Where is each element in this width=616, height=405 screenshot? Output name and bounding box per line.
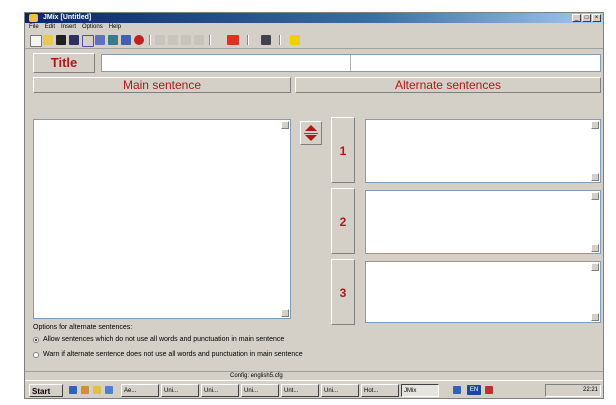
scroll-down-arrow[interactable]	[281, 309, 289, 317]
scroll-up-arrow[interactable]	[591, 263, 599, 271]
eraser-icon[interactable]	[82, 35, 94, 47]
config-icon[interactable]	[261, 35, 271, 45]
taskbar-item[interactable]: Hot...	[361, 384, 399, 397]
scroll-down-arrow[interactable]	[591, 244, 599, 252]
minimize-button[interactable]: _	[572, 14, 581, 22]
quicklaunch-folder-icon[interactable]	[81, 386, 89, 394]
main-sentence-textarea[interactable]	[33, 119, 291, 319]
alternate-3-button[interactable]: 3	[331, 259, 355, 325]
scroll-down-arrow[interactable]	[591, 173, 599, 181]
menu-bar: File Edit Insert Options Help	[25, 23, 603, 32]
open-folder-icon[interactable]	[43, 35, 53, 45]
allow-partial-option[interactable]: Allow sentences which do not use all wor…	[33, 336, 284, 343]
app-window: JMix [Untitled] _ □ × File Edit Insert O…	[24, 12, 604, 399]
close-button[interactable]: ×	[592, 14, 601, 22]
taskbar-item[interactable]: Ae...	[121, 384, 159, 397]
toolbar-separator	[209, 35, 211, 45]
web-icon[interactable]	[108, 35, 118, 45]
alternate-2-button[interactable]: 2	[331, 188, 355, 254]
alternate-1-textarea[interactable]	[365, 119, 601, 183]
copy-icon[interactable]	[168, 35, 178, 45]
quicklaunch-ie-icon[interactable]	[69, 386, 77, 394]
new-file-icon[interactable]	[30, 35, 42, 47]
title-input-divider	[350, 55, 351, 71]
toolbar-separator	[247, 35, 249, 45]
taskbar-item[interactable]: Unt...	[281, 384, 319, 397]
tray-speaker-icon[interactable]	[485, 386, 493, 394]
allow-radio[interactable]	[33, 336, 39, 343]
taskbar-item[interactable]: Uni...	[321, 384, 359, 397]
title-bar: JMix [Untitled] _ □ ×	[25, 13, 603, 23]
language-indicator[interactable]: EN	[467, 385, 481, 395]
alt3-scrollbar[interactable]	[591, 263, 599, 321]
swap-sentences-button[interactable]	[300, 121, 322, 145]
add-icon[interactable]	[134, 35, 144, 45]
taskbar-item[interactable]: Uni...	[161, 384, 199, 397]
menu-options[interactable]: Options	[82, 23, 103, 32]
alternate-3-textarea[interactable]	[365, 261, 601, 323]
title-label: Title	[33, 53, 95, 73]
window-title: JMix [Untitled]	[43, 14, 92, 21]
warn-radio-label: Warn if alternate sentence does not use …	[43, 351, 303, 358]
allow-radio-label: Allow sentences which do not use all wor…	[43, 336, 285, 343]
cut-icon[interactable]	[155, 35, 165, 45]
system-tray-clock[interactable]: 22:21	[545, 384, 601, 397]
alt1-scrollbar[interactable]	[591, 121, 599, 181]
alternate-1-button[interactable]: 1	[331, 117, 355, 183]
alt2-scrollbar[interactable]	[591, 192, 599, 252]
save-as-icon[interactable]	[69, 35, 79, 45]
title-input[interactable]	[101, 54, 601, 72]
scroll-up-arrow[interactable]	[591, 121, 599, 129]
windows-taskbar: Start Ae... Uni... Uni... Uni... Unt... …	[25, 380, 603, 398]
alternate-sentences-header: Alternate sentences	[295, 77, 601, 93]
toolbar	[25, 32, 603, 49]
scroll-down-arrow[interactable]	[591, 313, 599, 321]
menu-edit[interactable]: Edit	[45, 23, 55, 32]
quicklaunch-desktop-icon[interactable]	[105, 386, 113, 394]
menu-help[interactable]: Help	[109, 23, 121, 32]
paste-icon[interactable]	[181, 35, 191, 45]
warn-partial-option[interactable]: Warn if alternate sentence does not use …	[33, 351, 303, 358]
tray-network-icon[interactable]	[453, 386, 461, 394]
status-bar: Config: english5.cfg	[25, 371, 603, 380]
menu-file[interactable]: File	[29, 23, 39, 32]
alternate-2-textarea[interactable]	[365, 190, 601, 254]
menu-insert[interactable]: Insert	[61, 23, 76, 32]
taskbar-item[interactable]: Uni...	[241, 384, 279, 397]
quicklaunch-mail-icon[interactable]	[93, 386, 101, 394]
warn-radio[interactable]	[33, 351, 39, 358]
undo-icon[interactable]	[194, 35, 204, 45]
scroll-up-arrow[interactable]	[591, 192, 599, 200]
maximize-button[interactable]: □	[582, 14, 591, 22]
main-scrollbar[interactable]	[281, 121, 289, 317]
hp-icon[interactable]	[227, 35, 239, 45]
scroll-up-arrow[interactable]	[281, 121, 289, 129]
export-icon[interactable]	[95, 35, 105, 45]
start-button[interactable]: Start	[29, 384, 63, 397]
taskbar-item-jmix[interactable]: JMix	[401, 384, 439, 397]
save-icon[interactable]	[56, 35, 66, 45]
config-status: Config: english5.cfg	[230, 373, 283, 379]
taskbar-item[interactable]: Uni...	[201, 384, 239, 397]
jmix-app-icon	[29, 14, 38, 22]
toolbar-separator	[149, 35, 151, 45]
task-icon[interactable]	[121, 35, 131, 45]
toolbar-separator	[279, 35, 281, 45]
help-icon[interactable]	[290, 35, 300, 45]
main-sentence-header: Main sentence	[33, 77, 291, 93]
options-heading: Options for alternate sentences:	[33, 324, 133, 331]
